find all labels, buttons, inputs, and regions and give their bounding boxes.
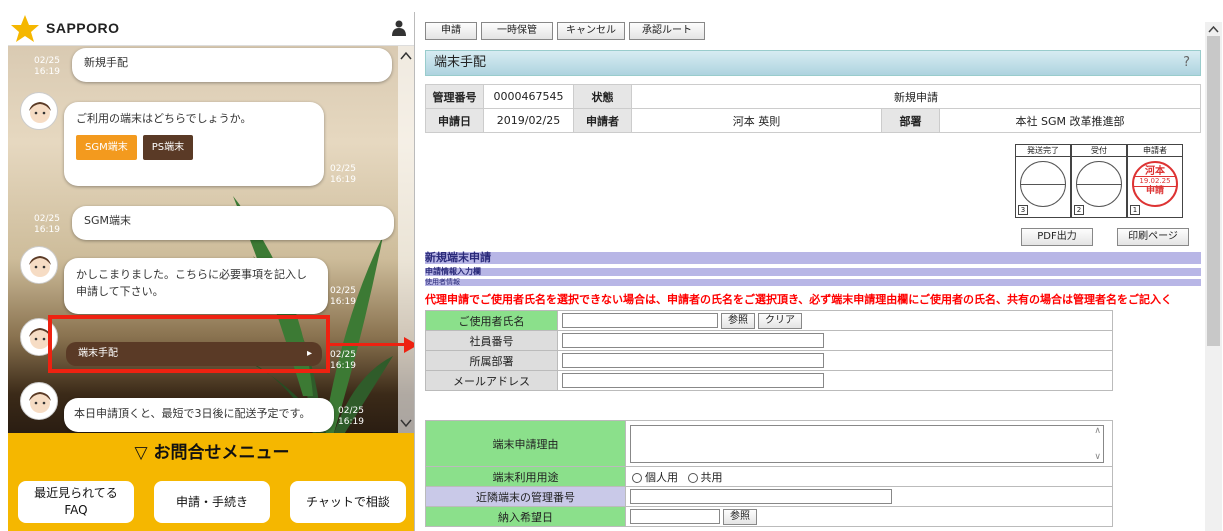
label-applicant: 申請者 [573, 108, 632, 133]
scrollbar-thumb[interactable] [1207, 36, 1220, 346]
bot-message: かしこまりました。こちらに必要事項を記入し申請して下さい。 [64, 258, 328, 314]
clear-button[interactable]: クリア [758, 312, 802, 329]
print-page-button[interactable]: 印刷ページ [1117, 228, 1189, 246]
employee-no-input[interactable] [562, 333, 824, 348]
empty-seal-icon [1076, 161, 1122, 207]
quick-application-button[interactable]: 申請・手続き [144, 473, 280, 531]
nearby-terminal-input[interactable] [630, 489, 892, 504]
seal-applicant: 申請者 河本 19.02.25 申請 1 [1127, 144, 1183, 218]
operator-avatar-icon [29, 102, 51, 123]
cancel-button[interactable]: キャンセル [557, 22, 625, 40]
bot-message: 本日申請頂くと、最短で3日後に配送予定です。 [64, 398, 334, 432]
reference-button[interactable]: 参照 [721, 312, 755, 329]
bot-avatar [20, 382, 58, 420]
user-name-input[interactable] [562, 313, 718, 328]
bot-avatar [20, 92, 58, 130]
save-temp-button[interactable]: 一時保管 [481, 22, 553, 40]
section-title: 新規端末申請 [425, 252, 1201, 264]
label-apply-date: 申請日 [425, 108, 484, 133]
user-message: SGM端末 [72, 206, 394, 240]
option-ps-button[interactable]: PS端末 [142, 135, 194, 160]
warning-text: 代理申請でご使用者氏名を選択できない場合は、申請者の氏名をご選択頂き、必ず端末申… [425, 293, 1173, 306]
seal-received: 受付 2 [1071, 144, 1127, 218]
approval-route-button[interactable]: 承認ルート [629, 22, 705, 40]
label-department: 部署 [881, 108, 940, 133]
form-scrollbar[interactable] [1205, 22, 1222, 531]
label-employee-no: 社員番号 [425, 330, 558, 351]
user-icon[interactable] [392, 20, 406, 36]
page-title: 端末手配 [434, 55, 487, 70]
request-reason-textarea[interactable]: ∧ ∨ [630, 424, 1104, 463]
status-value: 新規申請 [631, 84, 1201, 109]
chat-scrollbar[interactable] [398, 46, 414, 433]
label-status: 状態 [573, 84, 632, 109]
chevron-up-icon: ∧ [1094, 425, 1101, 436]
chatbot-panel: SAPPORO 02/25 16:19 新規手配 ご利用の端末はどちらでしょうか… [8, 12, 416, 531]
applicant-value: 河本 英則 [631, 108, 882, 133]
label-affiliation: 所属部署 [425, 350, 558, 371]
message-timestamp: 02/25 16:19 [34, 56, 60, 77]
bot-avatar [20, 246, 58, 284]
brand-name: SAPPORO [46, 20, 120, 36]
quick-faq-button[interactable]: 最近見られてる FAQ [8, 473, 144, 531]
star-logo-icon [11, 15, 39, 42]
radio-personal[interactable] [632, 472, 642, 483]
chevron-up-icon[interactable] [398, 48, 414, 64]
message-timestamp: 02/25 16:19 [330, 286, 356, 307]
label-user-name: ご使用者氏名 [425, 310, 558, 331]
delivery-date-input[interactable] [630, 509, 720, 524]
section-subtitle: 申請情報入力欄 [425, 268, 1201, 276]
annotation-arrow [330, 343, 410, 346]
label-management-no: 管理番号 [425, 84, 484, 109]
operator-avatar-icon [29, 392, 51, 413]
empty-seal-icon [1020, 161, 1066, 207]
bot-message: ご利用の端末はどちらでしょうか。 SGM端末 PS端末 [64, 102, 324, 186]
seal-shipped: 発送完了 3 [1015, 144, 1071, 218]
request-table: 端末申請理由 ∧ ∨ 端末利用用途 個人用 共用 近隣端末の管理番号 納入希望日… [425, 420, 1113, 527]
affiliation-input[interactable] [562, 353, 824, 368]
info-table: 管理番号 0000467545 状態 新規申請 申請日 2019/02/25 申… [425, 84, 1201, 133]
chevron-up-icon[interactable] [1205, 23, 1222, 35]
user-message: 新規手配 [72, 48, 392, 82]
chevron-down-icon: ∨ [1094, 451, 1101, 462]
apply-button[interactable]: 申請 [425, 22, 477, 40]
chat-header: SAPPORO [8, 12, 416, 46]
pdf-output-button[interactable]: PDF出力 [1021, 228, 1093, 246]
management-no-value: 0000467545 [483, 84, 574, 109]
email-input[interactable] [562, 373, 824, 388]
label-email: メールアドレス [425, 370, 558, 391]
red-stamp-icon: 河本 19.02.25 申請 [1132, 161, 1178, 207]
option-sgm-button[interactable]: SGM端末 [76, 135, 137, 160]
chat-feed: 02/25 16:19 新規手配 ご利用の端末はどちらでしょうか。 SGM端末 P… [8, 46, 416, 433]
department-value: 本社 SGM 改革推進部 [939, 108, 1201, 133]
label-request-reason: 端末申請理由 [425, 420, 626, 467]
quick-chat-button[interactable]: チャットで相談 [280, 473, 416, 531]
message-timestamp: 02/25 16:19 [34, 214, 60, 235]
application-form-panel: 申請 一時保管 キャンセル 承認ルート 端末手配 ? 管理番号 00004675… [414, 12, 1223, 531]
operator-avatar-icon [29, 256, 51, 277]
chevron-down-icon[interactable] [398, 415, 414, 431]
radio-shared[interactable] [687, 472, 698, 483]
message-timestamp: 02/25 16:19 [338, 406, 364, 427]
section-subtitle: 使用者情報 [425, 279, 1201, 286]
label-nearby-terminal: 近隣端末の管理番号 [425, 486, 626, 507]
form-title-bar: 端末手配 ? [425, 50, 1201, 76]
label-delivery-date: 納入希望日 [425, 506, 626, 527]
reference-button[interactable]: 参照 [723, 508, 757, 525]
help-icon[interactable]: ? [1183, 51, 1190, 75]
apply-date-value: 2019/02/25 [483, 108, 574, 133]
label-usage: 端末利用用途 [425, 466, 626, 487]
message-timestamp: 02/25 16:19 [330, 350, 356, 371]
highlight-box [48, 315, 330, 373]
contact-menu-title[interactable]: ▽ お問合せメニュー [8, 433, 416, 473]
message-timestamp: 02/25 16:19 [330, 164, 356, 185]
user-info-table: ご使用者氏名 参照 クリア 社員番号 所属部署 メールアドレス [425, 310, 1113, 391]
